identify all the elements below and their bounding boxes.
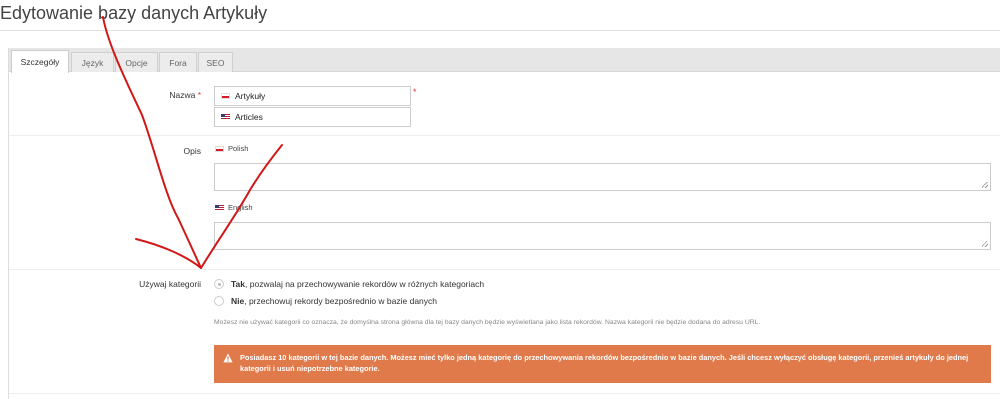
poland-flag-icon: [221, 93, 230, 99]
yes-bold: Tak: [231, 279, 246, 289]
radio-yes-label: Tak, pozwalaj na przechowywanie rekordów…: [231, 279, 484, 289]
warning-triangle-icon: [223, 353, 233, 363]
row-divider: [9, 135, 1000, 136]
usa-flag-icon: [221, 114, 230, 120]
row-divider: [9, 269, 1000, 270]
categories-warning-alert: Posiadasz 10 kategorii w tej bazie danyc…: [214, 345, 991, 383]
tab-language[interactable]: Język: [71, 52, 114, 72]
name-input-english[interactable]: Articles: [214, 107, 411, 127]
required-mark-input: *: [413, 87, 417, 97]
description-textarea-english[interactable]: [214, 222, 991, 250]
row-divider: [9, 393, 1000, 394]
no-rest: , przechowuj rekordy bezpośrednio w bazi…: [244, 296, 438, 306]
required-mark: *: [197, 90, 201, 100]
edit-panel: Szczegóły Język Opcje Fora SEO Nazwa * A…: [8, 48, 1000, 399]
categories-help-text: Możesz nie używać kategorii co oznacza, …: [214, 319, 761, 326]
name-input-polish[interactable]: Artykuły: [214, 86, 411, 106]
english-lang-label: English: [228, 203, 253, 212]
resize-grip-icon[interactable]: [982, 182, 988, 188]
use-categories-label: Używaj kategorii: [139, 279, 201, 289]
description-polish-lang: Polish: [215, 144, 248, 153]
warning-text: Posiadasz 10 kategorii w tej bazie danyc…: [240, 353, 969, 373]
radio-use-categories-no[interactable]: Nie, przechowuj rekordy bezpośrednio w b…: [214, 296, 437, 306]
page-title: Edytowanie bazy danych Artykuły: [0, 3, 268, 23]
poland-flag-icon: [215, 145, 224, 152]
resize-grip-icon[interactable]: [982, 241, 988, 247]
tab-seo[interactable]: SEO: [198, 52, 233, 72]
name-english-value: Articles: [235, 112, 263, 122]
radio-button[interactable]: [214, 296, 224, 306]
tab-options[interactable]: Opcje: [115, 52, 158, 72]
name-polish-value: Artykuły: [235, 91, 266, 101]
tab-forums[interactable]: Fora: [159, 52, 197, 72]
radio-use-categories-yes[interactable]: Tak, pozwalaj na przechowywanie rekordów…: [214, 279, 484, 289]
tab-bar: Szczegóły Język Opcje Fora SEO: [9, 48, 1000, 73]
usa-flag-icon: [215, 204, 224, 211]
no-bold: Nie: [231, 296, 245, 306]
title-divider: [0, 30, 1000, 31]
description-label: Opis: [183, 146, 201, 156]
yes-rest: , pozwalaj na przechowywanie rekordów w …: [245, 279, 485, 289]
radio-no-label: Nie, przechowuj rekordy bezpośrednio w b…: [231, 296, 437, 306]
name-label: Nazwa *: [149, 90, 201, 100]
polish-lang-label: Polish: [228, 144, 249, 153]
radio-button[interactable]: [214, 279, 224, 289]
tab-details[interactable]: Szczegóły: [11, 50, 69, 73]
description-textarea-polish[interactable]: [214, 163, 991, 191]
description-english-lang: English: [215, 203, 253, 212]
name-label-text: Nazwa: [169, 90, 196, 100]
